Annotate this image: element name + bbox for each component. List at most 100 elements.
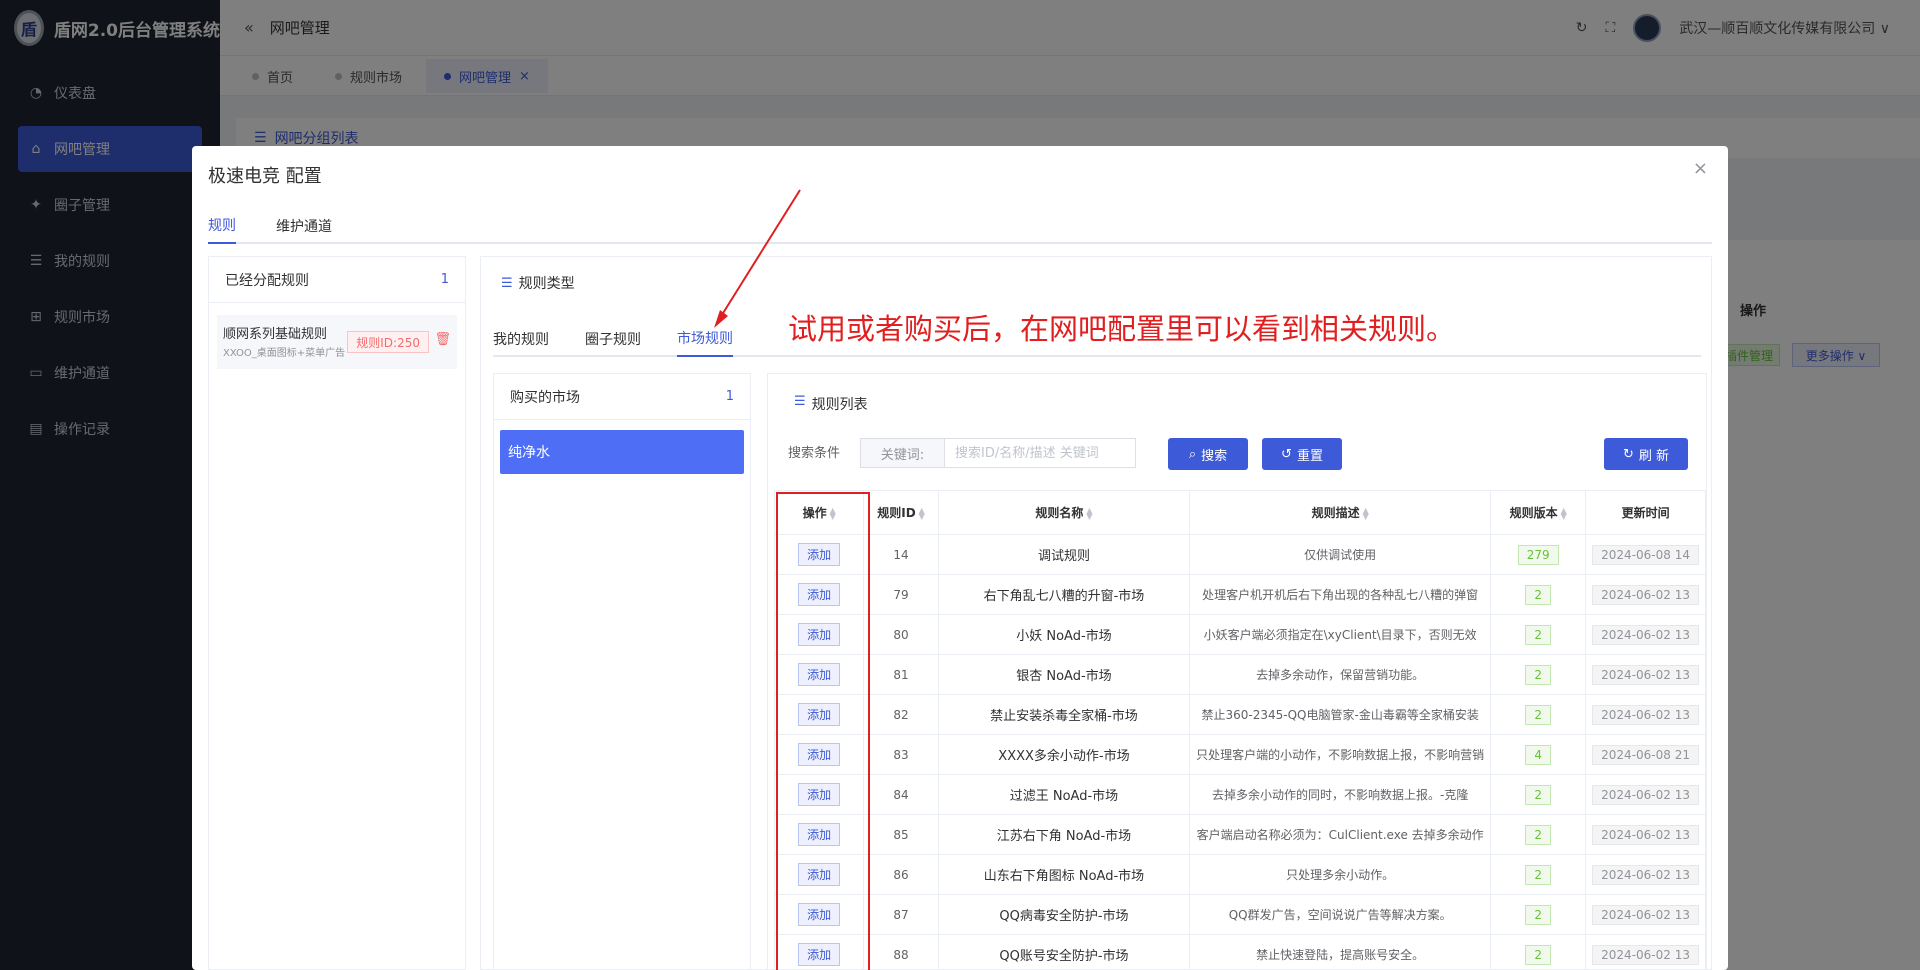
search-button[interactable]: ⌕ 搜索 [1168, 438, 1248, 470]
rule-id: 85 [863, 814, 939, 855]
rule-desc: 禁止快速登陆，提高账号安全。 [1189, 934, 1492, 970]
assigned-rule-card[interactable]: 顺网系列基础规则 XXOO_桌面图标+菜单广告 规则ID:250 🗑 [217, 315, 457, 369]
col-header-time: 更新时间 [1585, 490, 1706, 535]
rule-name: 禁止安装杀毒全家桶-市场 [937, 694, 1191, 735]
add-button[interactable]: 添加 [798, 623, 841, 646]
rule-id: 82 [863, 694, 939, 735]
col-header-action[interactable]: 操作 ▲ ▼ [773, 490, 865, 535]
action-cell: 添加 [773, 694, 865, 735]
time-cell: 2024-06-08 21 [1585, 734, 1706, 775]
rule-list-title: 规则列表 [811, 397, 868, 413]
table-row: 添加 79 右下角乱七八糟的升窗-市场 处理客户机开机后右下角出现的各种乱七八糟的弹窗… [773, 574, 1706, 615]
assigned-rules-title: 已经分配规则 [225, 272, 309, 289]
add-button[interactable]: 添加 [798, 863, 841, 886]
version-cell: 2 [1490, 934, 1587, 970]
add-button[interactable]: 添加 [798, 903, 841, 926]
rule-name: XXXX多余小动作-市场 [937, 734, 1191, 775]
col-header-label: 规则ID [877, 506, 916, 520]
menu-icon: ☰ [501, 275, 513, 291]
search-input[interactable] [945, 439, 1135, 467]
tab-rules[interactable]: 规则 [208, 208, 236, 244]
add-button[interactable]: 添加 [798, 943, 841, 966]
search-button-label: 搜索 [1201, 448, 1228, 464]
market-header: 购买的市场 1 [494, 374, 750, 420]
add-button[interactable]: 添加 [798, 663, 841, 686]
tab-my-rules[interactable]: 我的规则 [493, 321, 549, 357]
rule-list-panel: ☰规则列表 搜索条件 关键词: ⌕搜索 ↺重置 ↻刷 新 操作▲▼ 规则ID▲▼… [767, 373, 1707, 970]
tab-maintenance[interactable]: 维护通道 [276, 208, 332, 244]
reset-button[interactable]: ↺ 重置 [1262, 438, 1342, 470]
add-button[interactable]: 添加 [798, 703, 841, 726]
table-row: 添加 83 XXXX多余小动作-市场 只处理客户端的小动作，不影响数据上报，不影响营销… [773, 734, 1706, 775]
rule-name: 山东右下角图标 NoAd-市场 [937, 854, 1191, 895]
time-cell: 2024-06-02 13 [1585, 614, 1706, 655]
update-time: 2024-06-02 13 [1592, 624, 1699, 645]
add-button[interactable]: 添加 [798, 823, 841, 846]
rule-desc: 禁止360-2345-QQ电脑管家-金山毒霸等全家桶安装 [1189, 694, 1492, 735]
rule-name: 右下角乱七八糟的升窗-市场 [937, 574, 1191, 615]
time-cell: 2024-06-02 13 [1585, 934, 1706, 970]
refresh-button[interactable]: ↻ 刷 新 [1604, 438, 1688, 470]
dialog-tabs: 规则 维护通道 [208, 208, 1712, 244]
version-badge: 2 [1525, 584, 1551, 605]
update-time: 2024-06-02 13 [1592, 784, 1699, 805]
version-badge: 2 [1525, 624, 1551, 645]
version-cell: 279 [1490, 534, 1587, 575]
version-badge: 2 [1525, 704, 1551, 725]
add-button[interactable]: 添加 [798, 583, 841, 606]
market-count: 1 [725, 389, 734, 404]
market-item[interactable]: 纯净水 [500, 430, 744, 474]
time-cell: 2024-06-02 13 [1585, 854, 1706, 895]
purchased-market-panel: 购买的市场 1 纯净水 [493, 373, 751, 970]
version-badge: 2 [1525, 824, 1551, 845]
update-time: 2024-06-08 21 [1592, 744, 1699, 765]
update-time: 2024-06-02 13 [1592, 704, 1699, 725]
col-header-version[interactable]: 规则版本 ▲ ▼ [1490, 490, 1587, 535]
rule-desc: 处理客户机开机后右下角出现的各种乱七八糟的弹窗 [1189, 574, 1492, 615]
table-row: 添加 87 QQ病毒安全防护-市场 QQ群发广告，空间说说广告等解决方案。 2 2024-… [773, 894, 1706, 935]
version-cell: 2 [1490, 614, 1587, 655]
add-button[interactable]: 添加 [798, 743, 841, 766]
rule-table: 操作 ▲ ▼ 规则ID ▲ ▼ 规则名称 ▲ ▼ 规则描述 ▲ ▼ 规则版本 ▲ ▼ 更新时间 添加… [773, 490, 1706, 970]
sort-icon: ▲ ▼ [1560, 505, 1567, 521]
action-cell: 添加 [773, 894, 865, 935]
update-time: 2024-06-02 13 [1592, 664, 1699, 685]
trash-icon[interactable]: 🗑 [434, 332, 451, 347]
rule-name: 调试规则 [937, 534, 1191, 575]
update-time: 2024-06-02 13 [1592, 944, 1699, 965]
dialog-title: 极速电竞 配置 [208, 166, 322, 187]
rule-desc: 去掉多余小动作的同时，不影响数据上报。-克隆 [1189, 774, 1492, 815]
rule-name: 过滤王 NoAd-市场 [937, 774, 1191, 815]
table-row: 添加 14 调试规则 仅供调试使用 279 2024-06-08 14 [773, 534, 1706, 575]
tab-market-rules[interactable]: 市场规则 [677, 321, 733, 357]
version-badge: 2 [1525, 904, 1551, 925]
rule-name: QQ病毒安全防护-市场 [937, 894, 1191, 935]
table-row: 添加 85 江苏右下角 NoAd-市场 客户端启动名称必须为：CulClient.ex… [773, 814, 1706, 855]
add-button[interactable]: 添加 [798, 543, 841, 566]
search-label: 搜索条件 [788, 446, 841, 461]
version-badge: 279 [1517, 544, 1559, 565]
table-row: 添加 84 过滤王 NoAd-市场 去掉多余小动作的同时，不影响数据上报。-克隆 2 20… [773, 774, 1706, 815]
table-body: 添加 14 调试规则 仅供调试使用 279 2024-06-08 14 添加 79 右下角乱七… [773, 534, 1706, 970]
rule-id: 81 [863, 654, 939, 695]
add-button[interactable]: 添加 [798, 783, 841, 806]
rule-id: 83 [863, 734, 939, 775]
refresh-icon: ↻ [1622, 446, 1634, 462]
col-header-id[interactable]: 规则ID ▲ ▼ [863, 490, 939, 535]
table-row: 添加 86 山东右下角图标 NoAd-市场 只处理多余小动作。 2 2024-06-02 … [773, 854, 1706, 895]
col-header-desc[interactable]: 规则描述 ▲ ▼ [1189, 490, 1492, 535]
assigned-rules-panel: 已经分配规则 1 顺网系列基础规则 XXOO_桌面图标+菜单广告 规则ID:25… [208, 256, 466, 970]
col-header-name[interactable]: 规则名称 ▲ ▼ [937, 490, 1191, 535]
table-row: 添加 82 禁止安装杀毒全家桶-市场 禁止360-2345-QQ电脑管家-金山毒霸等全… [773, 694, 1706, 735]
version-cell: 2 [1490, 894, 1587, 935]
assigned-count: 1 [440, 272, 449, 287]
time-cell: 2024-06-02 13 [1585, 774, 1706, 815]
assigned-rules-header: 已经分配规则 1 [209, 257, 465, 303]
rule-list-header: ☰ 规则列表 [794, 394, 868, 414]
close-icon[interactable]: × [1693, 158, 1708, 179]
tab-circle-rules[interactable]: 圈子规则 [585, 321, 641, 357]
sort-icon: ▲ ▼ [829, 505, 836, 521]
col-header-label: 更新时间 [1621, 506, 1670, 520]
version-cell: 2 [1490, 694, 1587, 735]
sort-icon: ▲ ▼ [918, 505, 925, 521]
